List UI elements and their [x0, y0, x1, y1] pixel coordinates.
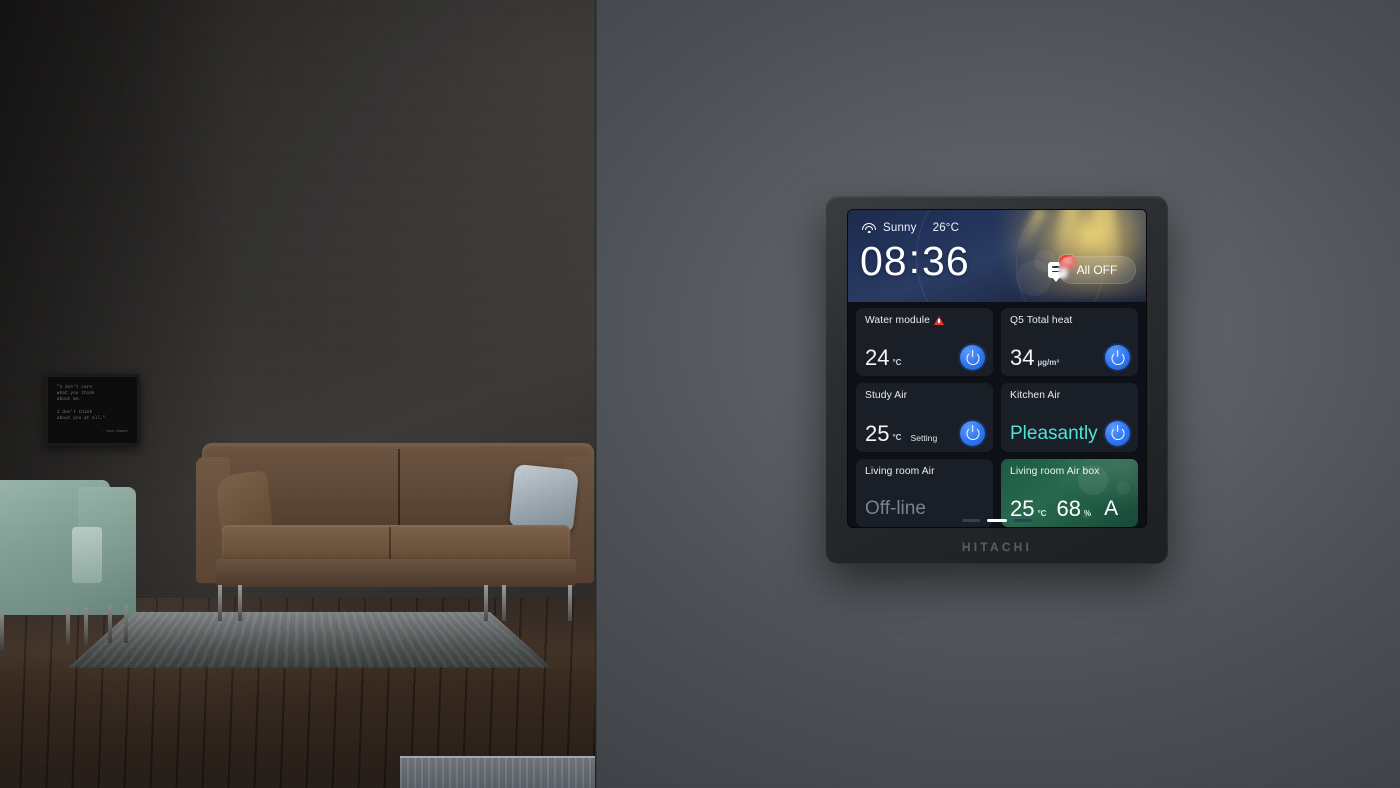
card-value: 24 [865, 345, 890, 371]
card-unit: °C [892, 433, 902, 443]
sofa-leg [502, 585, 506, 621]
clock: 08:36 [860, 236, 970, 286]
sofa-base [216, 559, 576, 587]
bokeh-circle [1078, 464, 1108, 495]
card-title-row: Kitchen Air [1010, 390, 1129, 401]
brand-logo: HITACHI [961, 540, 1033, 554]
card-sub-label: Setting [910, 432, 938, 443]
card-mode: A [1104, 497, 1119, 520]
card-title-row: Living room Air box [1010, 466, 1129, 477]
all-off-button[interactable]: All OFF [1058, 256, 1136, 284]
card-humidity-value: 68 [1056, 496, 1081, 521]
chair-leg [66, 608, 70, 646]
sofa-leg [238, 585, 242, 621]
armchair-arm [72, 527, 102, 583]
card-unit: °C [892, 357, 902, 367]
card-title-row: Study Air [865, 390, 984, 401]
card-status-text: Pleasantly [1010, 422, 1098, 444]
sofa-leg [484, 585, 488, 621]
warning-triangle-icon [933, 316, 944, 325]
weather-status-row: Sunny 26°C [862, 222, 959, 234]
brown-leather-sofa [196, 443, 594, 623]
card-title: Living room Air [865, 465, 935, 477]
page-dot[interactable] [962, 519, 980, 522]
sofa-leg [568, 585, 572, 621]
card-value-row: Off-line [865, 498, 984, 520]
framed-quote-art: "I don't care what you think about me. I… [45, 374, 140, 446]
card-study-air[interactable]: Study Air 25 °C Setting [856, 383, 993, 452]
card-title-row: Q5 Total heat [1010, 315, 1129, 326]
sofa-cushion-grey [508, 463, 580, 533]
card-title: Study Air [865, 390, 908, 402]
card-kitchen-air[interactable]: Kitchen Air Pleasantly [1001, 383, 1138, 452]
card-unit: µg/m³ [1037, 357, 1059, 367]
card-title-row: Water module [865, 315, 984, 326]
card-status-text: Off-line [865, 498, 926, 519]
outdoor-temperature: 26°C [932, 222, 960, 234]
card-title-row: Living room Air [865, 466, 984, 477]
card-living-room-air[interactable]: Living room Air Off-line [856, 458, 993, 527]
chair-leg [108, 605, 112, 643]
panel-screen[interactable]: Sunny 26°C 08:36 25 All OFF Water module… [848, 210, 1146, 527]
wifi-icon [862, 222, 876, 234]
power-icon[interactable] [960, 420, 985, 446]
wall-seam [595, 0, 598, 788]
sofa-leg [218, 585, 222, 621]
page-dot[interactable] [1014, 519, 1032, 522]
smart-home-control-panel[interactable]: Sunny 26°C 08:36 25 All OFF Water module… [826, 196, 1168, 564]
card-q5-total-heat[interactable]: Q5 Total heat 34 µg/m³ [1001, 308, 1138, 377]
card-title: Kitchen Air [1010, 390, 1061, 402]
quote-text: "I don't care what you think about me. I… [57, 386, 106, 422]
page-indicator[interactable] [848, 519, 1146, 522]
sofa-seat [222, 525, 570, 563]
device-card-grid: Water module 24 °C Q5 Total heat 34 µg/m… [848, 302, 1146, 527]
card-temperature-value: 25 [1010, 496, 1035, 521]
card-value-row: 25 °C 68 % A [1010, 498, 1129, 520]
quote-author: - Coco Chanel [102, 429, 128, 434]
clock-minutes: 36 [922, 238, 970, 284]
bokeh-circle [1116, 480, 1130, 495]
screenshot-root: "I don't care what you think about me. I… [0, 0, 1400, 788]
chair-leg [124, 605, 128, 643]
card-title: Water module [865, 315, 930, 326]
card-value: 25 [865, 420, 890, 446]
card-water-module[interactable]: Water module 24 °C [856, 308, 993, 377]
power-icon[interactable] [1105, 420, 1130, 446]
chair-leg [0, 612, 4, 650]
foreground-rug [400, 756, 595, 788]
panel-header: Sunny 26°C 08:36 25 All OFF [848, 210, 1146, 302]
page-dot-active[interactable] [987, 519, 1007, 522]
card-title: Q5 Total heat [1010, 315, 1073, 326]
card-living-room-air-box[interactable]: Living room Air box 25 °C 68 % A [1001, 459, 1138, 527]
chair-leg [84, 608, 88, 646]
card-value: 34 [1010, 345, 1035, 371]
weather-condition: Sunny [883, 222, 917, 234]
living-room-photo: "I don't care what you think about me. I… [0, 0, 595, 788]
clock-hours: 08 [860, 238, 908, 284]
clock-colon: : [908, 236, 922, 282]
